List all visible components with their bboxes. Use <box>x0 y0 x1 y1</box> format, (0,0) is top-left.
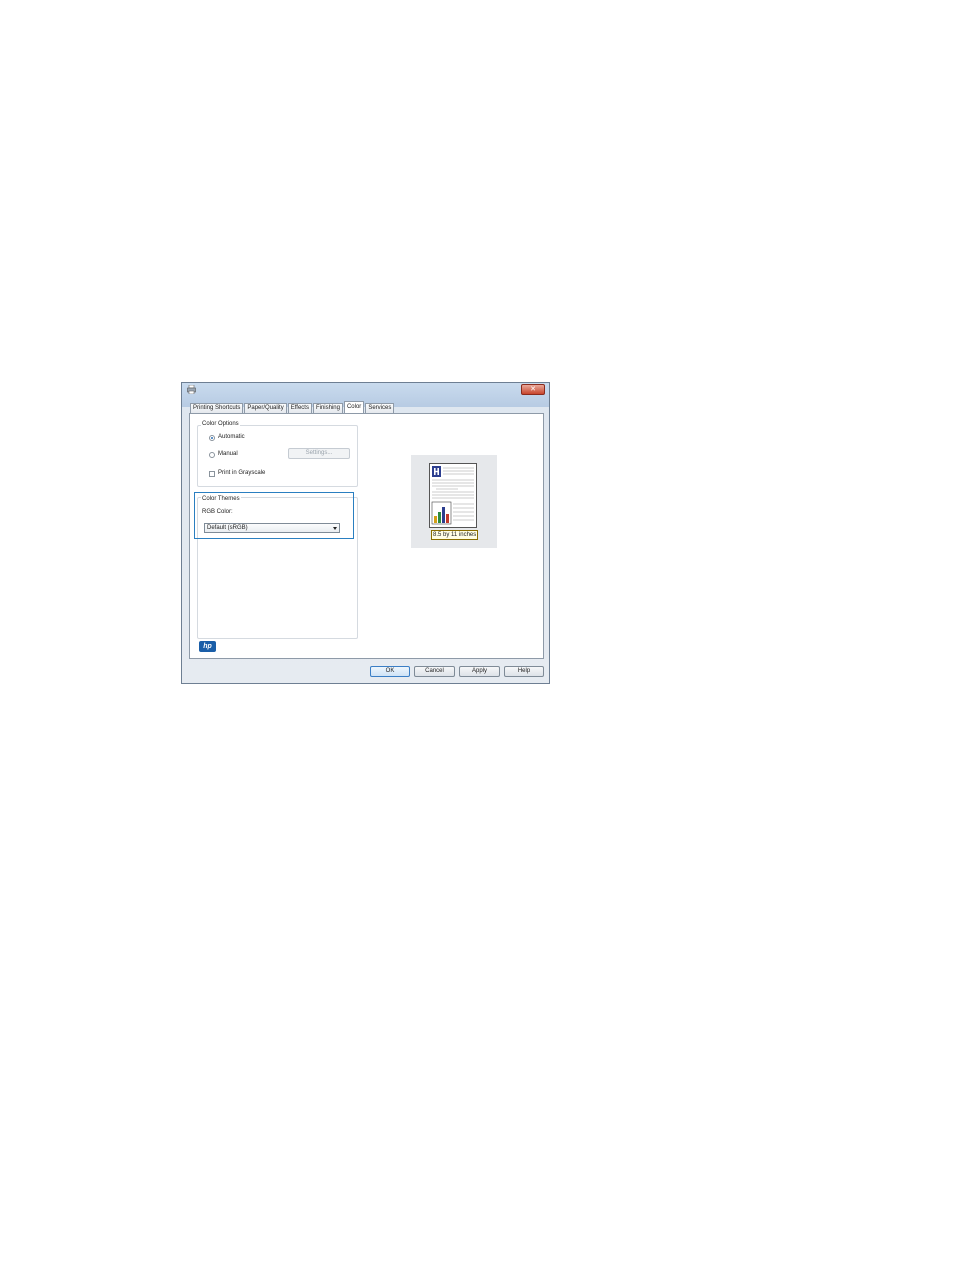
printer-icon <box>187 385 196 394</box>
title-bar[interactable]: ✕ <box>182 383 549 397</box>
tab-effects[interactable]: Effects <box>287 403 312 413</box>
apply-button[interactable]: Apply <box>459 666 500 677</box>
tab-finishing[interactable]: Finishing <box>312 403 343 413</box>
automatic-label[interactable]: Automatic <box>218 434 245 440</box>
tab-services[interactable]: Services <box>365 403 395 413</box>
page-preview-image <box>429 463 477 528</box>
settings-button[interactable]: Settings... <box>288 448 350 459</box>
manual-radio[interactable] <box>209 452 215 458</box>
tab-bar: Printing Shortcuts Paper/Quality Effects… <box>190 401 395 413</box>
tab-paper-quality[interactable]: Paper/Quality <box>244 403 287 413</box>
cancel-button[interactable]: Cancel <box>414 666 455 677</box>
document-thumbnail-icon <box>431 466 474 525</box>
ok-button[interactable]: OK <box>370 666 410 677</box>
paper-size-label: 8.5 by 11 inches <box>431 530 479 540</box>
print-preview: 8.5 by 11 inches <box>411 455 497 548</box>
close-icon: ✕ <box>530 386 536 393</box>
tab-printing-shortcuts[interactable]: Printing Shortcuts <box>190 403 244 413</box>
close-button[interactable]: ✕ <box>521 384 545 395</box>
automatic-radio[interactable] <box>209 435 215 441</box>
printer-properties-dialog: ✕ Printing Shortcuts Paper/Quality Effec… <box>181 382 550 684</box>
rgb-color-value: Default (sRGB) <box>207 525 248 531</box>
chevron-down-icon <box>333 527 337 530</box>
grayscale-label[interactable]: Print in Grayscale <box>218 470 265 476</box>
color-options-label: Color Options <box>201 421 240 427</box>
tab-color[interactable]: Color <box>343 401 365 413</box>
color-themes-label: Color Themes <box>201 496 241 502</box>
help-button[interactable]: Help <box>504 666 544 677</box>
rgb-color-label: RGB Color: <box>202 509 233 515</box>
rgb-color-select[interactable]: Default (sRGB) <box>204 523 340 533</box>
color-tab-panel: Color Options Automatic Manual Settings.… <box>189 413 544 659</box>
hp-logo: hp <box>199 641 216 652</box>
grayscale-checkbox[interactable] <box>209 471 215 477</box>
manual-label[interactable]: Manual <box>218 451 238 457</box>
